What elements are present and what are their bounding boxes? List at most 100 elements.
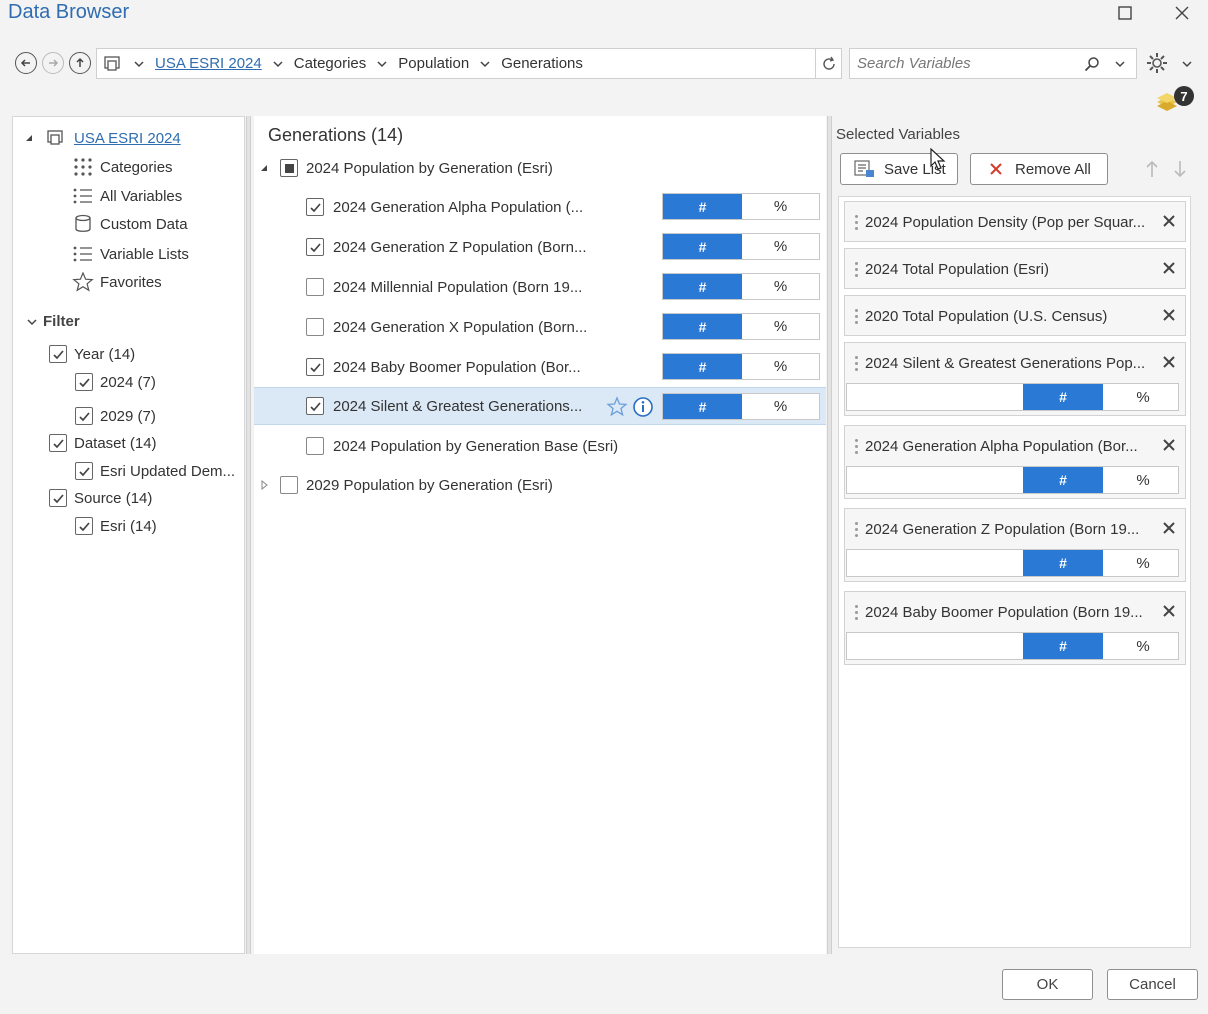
filter-header[interactable]: Filter [26, 313, 80, 330]
chevron-down-icon[interactable] [133, 58, 145, 70]
variable-row[interactable]: 2024 Baby Boomer Population (Bor... #% [254, 348, 826, 386]
percent-toggle[interactable]: % [1103, 467, 1183, 493]
checkbox[interactable] [306, 238, 324, 256]
count-toggle[interactable]: # [663, 234, 742, 259]
chevron-down-icon[interactable] [272, 58, 284, 70]
filter-year[interactable]: Year (14) [49, 345, 135, 363]
selected-variable-card[interactable]: 2024 Baby Boomer Population (Born 19... … [844, 591, 1186, 665]
checkbox[interactable] [306, 358, 324, 376]
checkbox[interactable] [75, 517, 93, 535]
drag-handle-icon[interactable] [851, 438, 861, 454]
cancel-button[interactable]: Cancel [1107, 969, 1198, 1000]
count-toggle[interactable]: # [1023, 384, 1103, 410]
tree-item-favorites[interactable]: Favorites [72, 272, 162, 292]
remove-icon[interactable] [1161, 520, 1177, 536]
breadcrumb-categories[interactable]: Categories [294, 55, 367, 72]
expand-triangle-icon[interactable] [259, 480, 269, 490]
selected-variable-card[interactable]: 2024 Silent & Greatest Generations Pop..… [844, 342, 1186, 416]
drag-handle-icon[interactable] [851, 604, 861, 620]
maximize-button[interactable] [1110, 1, 1140, 25]
tree-root[interactable]: USA ESRI 2024 [24, 128, 181, 148]
star-icon[interactable] [606, 396, 628, 418]
checkbox[interactable] [75, 373, 93, 391]
variable-row-selected[interactable]: 2024 Silent & Greatest Generations... #% [254, 387, 826, 425]
collapse-triangle-icon[interactable] [259, 163, 269, 173]
variable-row[interactable]: 2024 Generation X Population (Born... #% [254, 308, 826, 346]
drag-handle-icon[interactable] [851, 214, 861, 230]
remove-icon[interactable] [1161, 260, 1177, 276]
up-button[interactable] [69, 52, 91, 74]
selected-variable-card[interactable]: 2024 Generation Alpha Population (Bor...… [844, 425, 1186, 499]
remove-icon[interactable] [1161, 437, 1177, 453]
checkbox[interactable] [306, 278, 324, 296]
collapse-triangle-icon[interactable] [24, 133, 34, 143]
breadcrumb-population[interactable]: Population [398, 55, 469, 72]
checkbox[interactable] [49, 489, 67, 507]
settings-button[interactable] [1146, 52, 1168, 74]
percent-toggle[interactable]: % [742, 194, 819, 219]
percent-toggle[interactable]: % [742, 314, 819, 339]
forward-button[interactable] [42, 52, 64, 74]
selected-variable-card[interactable]: 2024 Population Density (Pop per Squar..… [844, 201, 1186, 242]
filter-dataset[interactable]: Dataset (14) [49, 434, 157, 452]
close-button[interactable] [1167, 1, 1197, 25]
remove-icon[interactable] [1161, 354, 1177, 370]
breadcrumb-dataset[interactable]: USA ESRI 2024 [155, 55, 262, 72]
ok-button[interactable]: OK [1002, 969, 1093, 1000]
count-toggle[interactable]: # [1023, 550, 1103, 576]
drag-handle-icon[interactable] [851, 355, 861, 371]
move-up-icon[interactable] [1144, 160, 1160, 178]
selected-variable-card[interactable]: 2020 Total Population (U.S. Census) [844, 295, 1186, 336]
layers-badge-button[interactable]: 7 [1155, 86, 1195, 114]
variable-row[interactable]: 2024 Population by Generation Base (Esri… [254, 427, 826, 465]
count-toggle[interactable]: # [663, 354, 742, 379]
count-toggle[interactable]: # [663, 394, 742, 419]
filter-2029[interactable]: 2029 (7) [75, 407, 156, 425]
drag-handle-icon[interactable] [851, 521, 861, 537]
chevron-down-icon[interactable] [1181, 58, 1193, 70]
left-splitter[interactable] [246, 116, 251, 954]
percent-toggle[interactable]: % [1103, 550, 1183, 576]
move-down-icon[interactable] [1172, 160, 1188, 178]
group-row-2029[interactable]: 2029 Population by Generation (Esri) [259, 473, 553, 497]
chevron-down-icon[interactable] [1114, 58, 1126, 70]
drag-handle-icon[interactable] [851, 261, 861, 277]
variable-row[interactable]: 2024 Generation Z Population (Born... #% [254, 228, 826, 266]
remove-all-button[interactable]: Remove All [970, 153, 1108, 185]
checkbox[interactable] [306, 437, 324, 455]
count-toggle[interactable]: # [663, 314, 742, 339]
back-button[interactable] [15, 52, 37, 74]
tree-item-categories[interactable]: Categories [72, 157, 173, 177]
checkbox[interactable] [306, 318, 324, 336]
chevron-down-icon[interactable] [479, 58, 491, 70]
info-icon[interactable] [632, 396, 654, 418]
percent-toggle[interactable]: % [1103, 633, 1183, 659]
tree-item-all-variables[interactable]: All Variables [72, 186, 182, 206]
percent-toggle[interactable]: % [742, 274, 819, 299]
search-input[interactable] [850, 55, 1078, 72]
filter-2024[interactable]: 2024 (7) [75, 373, 156, 391]
percent-toggle[interactable]: % [1103, 384, 1183, 410]
checkbox[interactable] [49, 345, 67, 363]
drag-handle-icon[interactable] [851, 308, 861, 324]
percent-toggle[interactable]: % [742, 354, 819, 379]
checkbox[interactable] [306, 397, 324, 415]
variable-row[interactable]: 2024 Generation Alpha Population (... #% [254, 188, 826, 226]
indeterminate-checkbox[interactable] [280, 159, 298, 177]
variable-row[interactable]: 2024 Millennial Population (Born 19... #… [254, 268, 826, 306]
checkbox[interactable] [280, 476, 298, 494]
data-source-icon[interactable] [103, 54, 125, 74]
count-toggle[interactable]: # [1023, 633, 1103, 659]
percent-toggle[interactable]: % [742, 394, 819, 419]
filter-source[interactable]: Source (14) [49, 489, 152, 507]
filter-esri[interactable]: Esri (14) [75, 517, 157, 535]
tree-root-label[interactable]: USA ESRI 2024 [74, 130, 181, 147]
group-row-2024[interactable]: 2024 Population by Generation (Esri) [259, 156, 553, 180]
checkbox[interactable] [306, 198, 324, 216]
search-icon[interactable] [1084, 56, 1100, 72]
selected-variable-card[interactable]: 2024 Generation Z Population (Born 19...… [844, 508, 1186, 582]
percent-toggle[interactable]: % [742, 234, 819, 259]
remove-icon[interactable] [1161, 603, 1177, 619]
filter-esri-updated[interactable]: Esri Updated Dem... [75, 462, 235, 480]
remove-icon[interactable] [1161, 213, 1177, 229]
